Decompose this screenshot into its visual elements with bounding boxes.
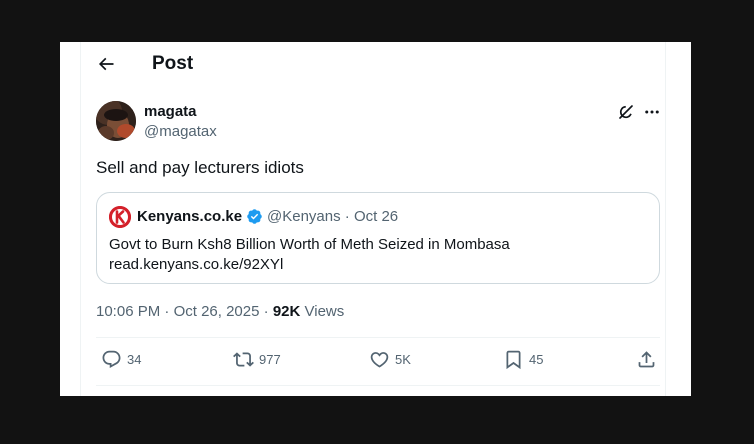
quoted-handle: @Kenyans	[267, 208, 341, 225]
quoted-display-name: Kenyans.co.ke	[137, 208, 243, 225]
reply-count: 34	[127, 351, 142, 367]
back-button[interactable]	[91, 51, 121, 77]
repost-count: 977	[259, 351, 281, 367]
avatar[interactable]	[96, 101, 136, 141]
post-date[interactable]: Oct 26, 2025	[174, 303, 260, 320]
share-icon	[638, 350, 655, 367]
bookmark-icon	[506, 350, 521, 369]
like-button[interactable]: 5K	[369, 348, 411, 370]
post-timestamp: 10:06 PM · Oct 26, 2025 · 92K Views	[96, 303, 344, 321]
post-card: Post magata @magatax Sell and pay lectur…	[60, 42, 691, 396]
repost-button[interactable]: 977	[233, 348, 281, 370]
quoted-link[interactable]: read.kenyans.co.ke/92XYl	[109, 255, 283, 274]
more-button[interactable]	[642, 102, 662, 122]
bookmark-button[interactable]: 45	[503, 348, 543, 370]
quoted-meta: @Kenyans · Oct 26	[267, 208, 398, 226]
heart-icon	[370, 351, 389, 368]
quoted-date: Oct 26	[353, 208, 399, 225]
bookmark-count: 45	[529, 351, 544, 367]
user-handle[interactable]: @magatax	[144, 123, 217, 141]
page-title: Post	[152, 53, 194, 74]
like-count: 5K	[395, 351, 411, 367]
views-separator: ·	[263, 303, 269, 320]
kenyans-logo-mark	[109, 206, 131, 228]
post-header: Post	[81, 42, 665, 86]
grok-icon	[619, 105, 633, 119]
grok-button[interactable]	[616, 102, 636, 122]
display-name[interactable]: magata	[144, 103, 197, 121]
repost-icon	[233, 351, 254, 367]
timestamp-separator: ·	[164, 303, 170, 320]
share-button[interactable]	[636, 348, 657, 370]
views-label: Views	[304, 303, 345, 320]
more-horizontal-icon	[645, 110, 659, 114]
divider-bottom	[96, 385, 660, 386]
verified-badge-icon	[247, 209, 262, 224]
post-time[interactable]: 10:06 PM	[96, 303, 160, 320]
avatar-image	[96, 101, 136, 141]
quoted-separator: ·	[344, 208, 350, 225]
views-count: 92K	[272, 303, 301, 320]
reply-button[interactable]: 34	[101, 348, 141, 370]
arrow-left-icon	[98, 57, 114, 71]
quoted-headline: Govt to Burn Ksh8 Billion Worth of Meth …	[109, 236, 510, 253]
reply-icon	[102, 350, 121, 368]
post-text: Sell and pay lecturers idiots	[96, 158, 304, 177]
post-column: Post magata @magatax Sell and pay lectur…	[80, 42, 666, 396]
kenyans-logo	[109, 206, 131, 228]
action-bar: 34 977 5K 45	[81, 338, 665, 386]
quoted-post[interactable]: Kenyans.co.ke @Kenyans · Oct 26 Govt to …	[96, 192, 660, 284]
